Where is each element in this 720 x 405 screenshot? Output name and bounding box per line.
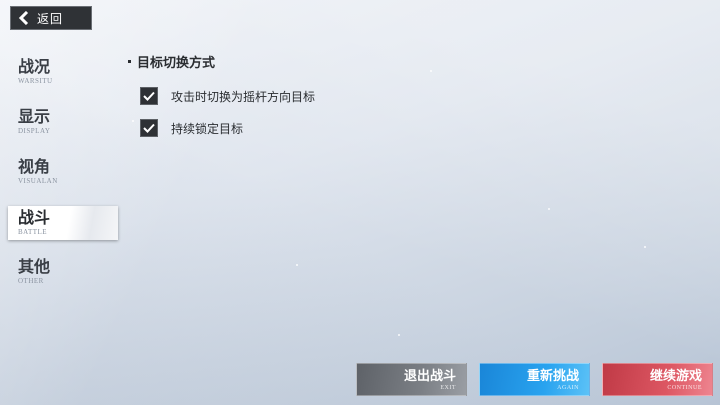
sidebar-item-sublabel: OTHER [18, 277, 44, 285]
sparkle [398, 334, 400, 336]
sidebar-item-visual[interactable]: 视角 VISUALAN [8, 152, 118, 202]
button-sublabel: CONTINUE [667, 384, 702, 391]
sidebar-item-label: 其他 [18, 257, 51, 276]
back-button[interactable]: 返回 [10, 6, 92, 30]
section-title-text: 目标切换方式 [137, 56, 216, 71]
option-joystick-target[interactable]: 攻击时切换为摇杆方向目标 [140, 87, 315, 105]
sidebar-item-battle[interactable]: 战斗 BATTLE [8, 206, 118, 240]
checkbox-checked-icon[interactable] [140, 87, 158, 105]
sidebar-item-sublabel: DISPLAY [18, 127, 51, 135]
continue-button[interactable]: 继续游戏 CONTINUE [602, 363, 713, 396]
button-sublabel: AGAIN [557, 384, 579, 391]
option-keep-lock[interactable]: 持续锁定目标 [140, 119, 243, 137]
sidebar-item-label: 视角 [18, 157, 51, 176]
sidebar-item-label: 显示 [18, 107, 51, 126]
retry-button[interactable]: 重新挑战 AGAIN [479, 363, 590, 396]
sparkle [296, 264, 298, 266]
sidebar-item-label: 战斗 [18, 208, 51, 227]
sidebar-item-sublabel: BATTLE [18, 228, 48, 236]
sidebar: 战况 WARSITU 显示 DISPLAY 视角 VISUALAN 战斗 BAT… [8, 52, 118, 302]
button-label: 重新挑战 [526, 368, 579, 384]
checkbox-checked-icon[interactable] [140, 119, 158, 137]
sidebar-item-other[interactable]: 其他 OTHER [8, 252, 118, 302]
sidebar-item-label: 战况 [18, 57, 51, 76]
option-label: 攻击时切换为摇杆方向目标 [171, 89, 316, 104]
target-switch-section: 目标切换方式 [128, 52, 215, 71]
sidebar-item-display[interactable]: 显示 DISPLAY [8, 102, 118, 152]
button-label: 退出战斗 [403, 368, 456, 384]
sparkle [132, 120, 134, 122]
sparkle [644, 246, 646, 248]
chevron-left-icon [11, 11, 37, 25]
sidebar-item-sublabel: VISUALAN [18, 177, 58, 185]
sidebar-item-warsitu[interactable]: 战况 WARSITU [8, 52, 118, 102]
option-label: 持续锁定目标 [171, 121, 244, 136]
button-label: 继续游戏 [649, 368, 702, 384]
sparkle [430, 70, 432, 72]
sidebar-item-sublabel: WARSITU [18, 77, 53, 85]
section-title: 目标切换方式 [128, 52, 215, 71]
button-sublabel: EXIT [440, 384, 456, 391]
exit-battle-button[interactable]: 退出战斗 EXIT [356, 363, 467, 396]
back-label: 返回 [37, 11, 64, 26]
sparkle [548, 208, 550, 210]
bullet-icon [128, 60, 131, 63]
